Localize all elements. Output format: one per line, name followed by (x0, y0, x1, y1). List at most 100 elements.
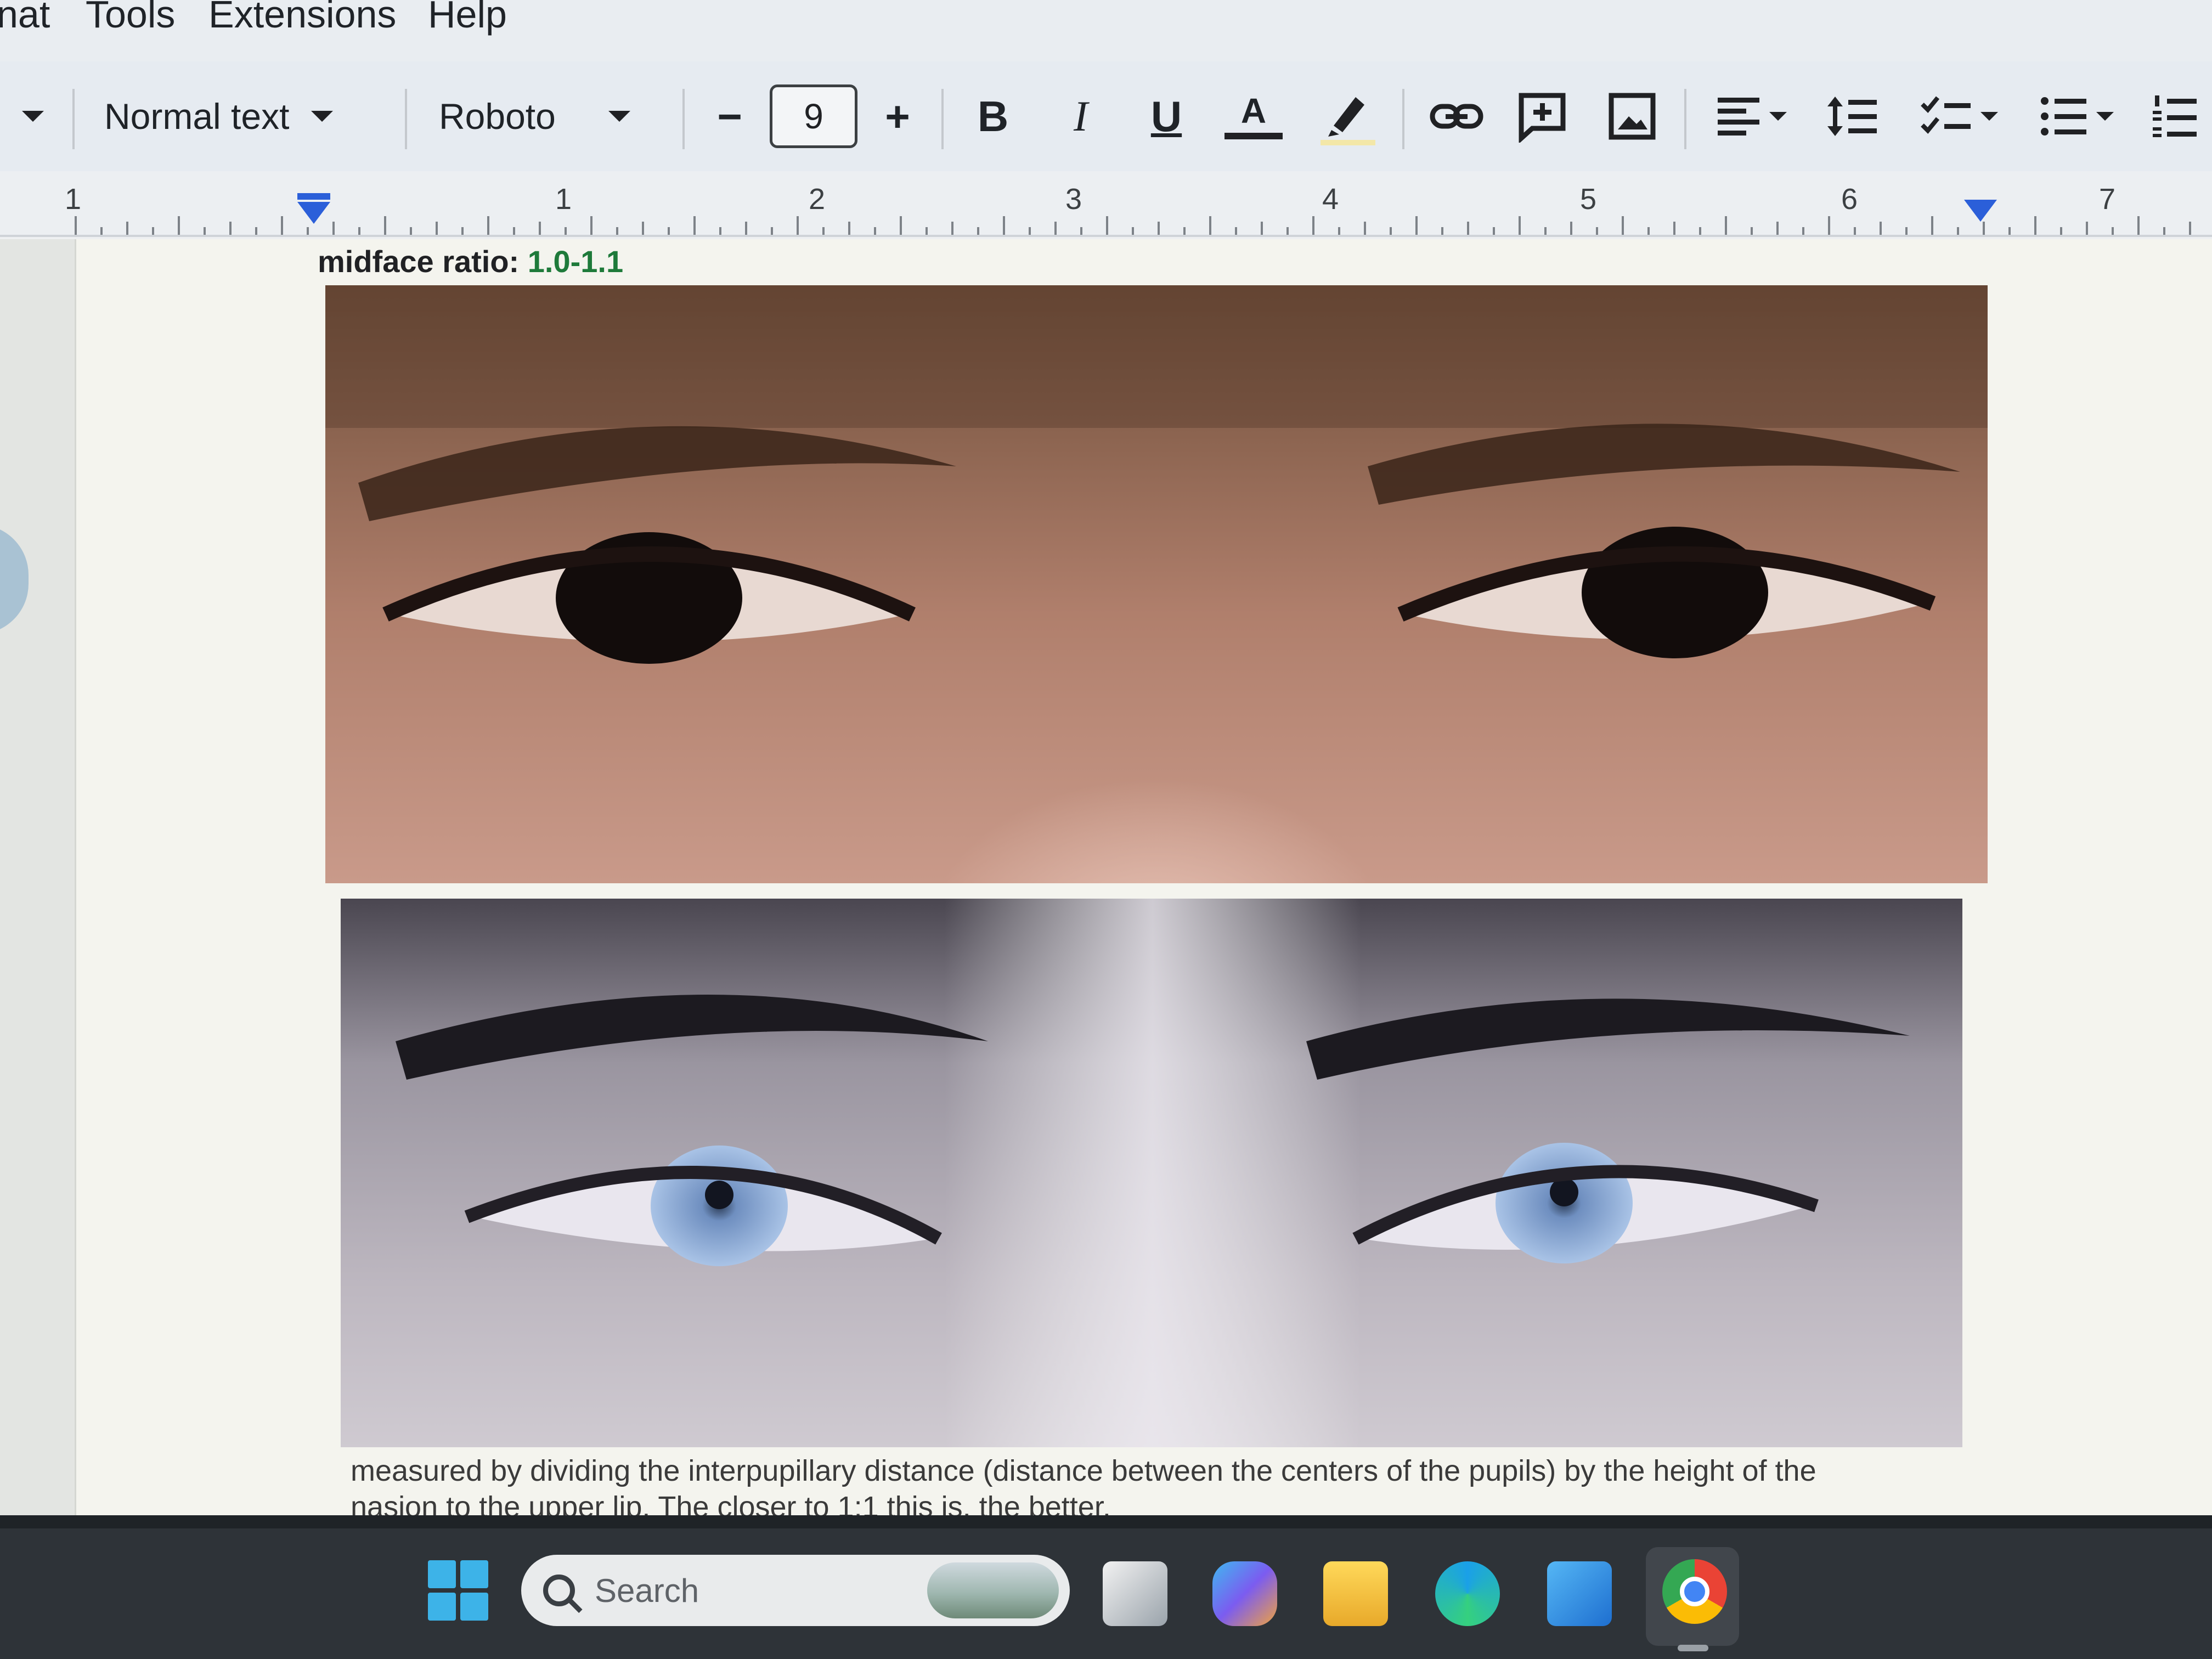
caption-line: measured by dividing the interpupillary … (351, 1454, 1816, 1487)
blue-eyes-image (341, 899, 1962, 1447)
ruler-tick (1905, 227, 1908, 235)
ruler-tick (126, 222, 128, 235)
ruler-tick (1415, 216, 1418, 235)
taskbar-search-box[interactable]: Search (521, 1555, 1070, 1626)
ruler-tick (1699, 227, 1701, 235)
italic-button[interactable]: I (1059, 61, 1103, 171)
font-size-field[interactable]: 9 (770, 84, 857, 148)
ruler-tick (1286, 227, 1289, 235)
paragraph-style-dropdown[interactable]: Normal text (104, 61, 379, 171)
ruler-tick (616, 227, 618, 235)
align-dropdown[interactable] (1707, 61, 1795, 171)
numbered-list-button[interactable] (2145, 61, 2205, 171)
ruler-label: 1 (555, 183, 572, 216)
ruler-tick (332, 222, 335, 235)
eyes-photo-brown[interactable] (325, 285, 1988, 883)
ruler-tick (229, 222, 232, 235)
ruler-tick (1441, 227, 1443, 235)
windows-start-icon[interactable] (428, 1560, 488, 1621)
checklist-dropdown[interactable] (1912, 61, 2006, 171)
ruler-tick (1029, 227, 1031, 235)
horizontal-ruler[interactable]: 1 1 2 3 4 5 6 7 (0, 171, 2212, 237)
menu-format[interactable]: nat (0, 0, 50, 36)
insert-image-button[interactable] (1602, 61, 1662, 171)
file-explorer-icon[interactable] (1323, 1561, 1388, 1626)
ruler-tick (797, 216, 799, 235)
ruler-tick (1802, 227, 1804, 235)
ruler-tick (1493, 227, 1495, 235)
copilot-icon[interactable] (1212, 1561, 1277, 1626)
chevron-down-icon (2096, 112, 2114, 121)
menu-help[interactable]: Help (428, 0, 507, 36)
ruler-tick (745, 222, 747, 235)
ruler-label: 7 (2099, 183, 2116, 216)
task-view-icon[interactable] (1103, 1561, 1167, 1626)
ruler-tick (436, 222, 438, 235)
line-spacing-icon (1827, 97, 1877, 136)
ruler-tick (255, 227, 257, 235)
add-comment-button[interactable] (1512, 61, 1572, 171)
ruler-tick (1312, 216, 1314, 235)
bulleted-list-dropdown[interactable] (2030, 61, 2123, 171)
line-spacing-button[interactable] (1822, 61, 1883, 171)
underline-button[interactable]: U (1144, 61, 1188, 171)
right-indent-marker[interactable] (1964, 200, 1997, 222)
highlight-icon (1321, 97, 1375, 145)
ruler-tick (848, 222, 850, 235)
chrome-icon[interactable] (1662, 1559, 1727, 1624)
italic-icon: I (1074, 92, 1088, 140)
outlook-icon[interactable] (1547, 1561, 1612, 1626)
link-icon (1430, 104, 1483, 129)
ruler-tick (1261, 222, 1263, 235)
decrease-font-size-button[interactable]: − (708, 61, 752, 171)
ruler-tick (1209, 216, 1211, 235)
ruler-tick (1338, 227, 1340, 235)
ruler-tick (100, 227, 103, 235)
menu-bar: nat Tools Extensions Help (0, 0, 2212, 61)
search-icon (543, 1575, 575, 1606)
start-tile (428, 1560, 456, 1588)
ruler-tick (2137, 216, 2140, 235)
ruler-label: 1 (65, 183, 82, 216)
text-color-button[interactable]: A (1223, 61, 1284, 171)
font-family-label: Roboto (439, 96, 556, 137)
ruler-tick (75, 216, 77, 235)
menu-extensions[interactable]: Extensions (208, 0, 396, 36)
left-indent-marker[interactable] (297, 202, 330, 224)
ruler-tick (461, 227, 464, 235)
ruler-tick (2008, 227, 2011, 235)
edge-icon[interactable] (1435, 1561, 1500, 1626)
first-line-indent-marker[interactable] (297, 193, 330, 200)
start-tile (460, 1593, 488, 1621)
zoom-dropdown[interactable] (16, 61, 49, 171)
ruler-tick (642, 222, 644, 235)
ruler-tick (152, 227, 154, 235)
font-family-dropdown[interactable]: Roboto (439, 61, 653, 171)
menu-tools[interactable]: Tools (86, 0, 175, 36)
ruler-tick (1828, 216, 1830, 235)
start-tile (460, 1560, 488, 1588)
ruler-tick (1570, 222, 1572, 235)
document-canvas: midface ratio: 1.0-1.1 measured by divid… (0, 239, 2212, 1523)
ruler-tick (590, 216, 592, 235)
insert-link-button[interactable] (1426, 61, 1487, 171)
document-page[interactable]: midface ratio: 1.0-1.1 measured by divid… (75, 239, 2212, 1523)
ruler-tick (2086, 222, 2088, 235)
text-color-icon: A (1240, 91, 1267, 131)
brown-eyes-image (325, 285, 1988, 883)
bold-button[interactable]: B (971, 61, 1015, 171)
start-tile (428, 1593, 456, 1621)
increase-font-size-button[interactable]: + (876, 61, 919, 171)
outline-toggle-button[interactable] (0, 524, 29, 634)
toolbar-divider (682, 89, 685, 149)
caption-paragraph[interactable]: measured by dividing the interpupillary … (351, 1453, 2183, 1525)
ruler-tick (1390, 227, 1392, 235)
ruler-tick (1364, 222, 1366, 235)
ruler-tick (1931, 216, 1933, 235)
ruler-tick (487, 216, 489, 235)
eyes-photo-blue[interactable] (341, 899, 1962, 1447)
search-highlight-thumbnail (927, 1562, 1059, 1618)
search-placeholder: Search (595, 1572, 699, 1609)
add-comment-icon (1519, 93, 1566, 143)
highlight-button[interactable] (1314, 61, 1380, 171)
